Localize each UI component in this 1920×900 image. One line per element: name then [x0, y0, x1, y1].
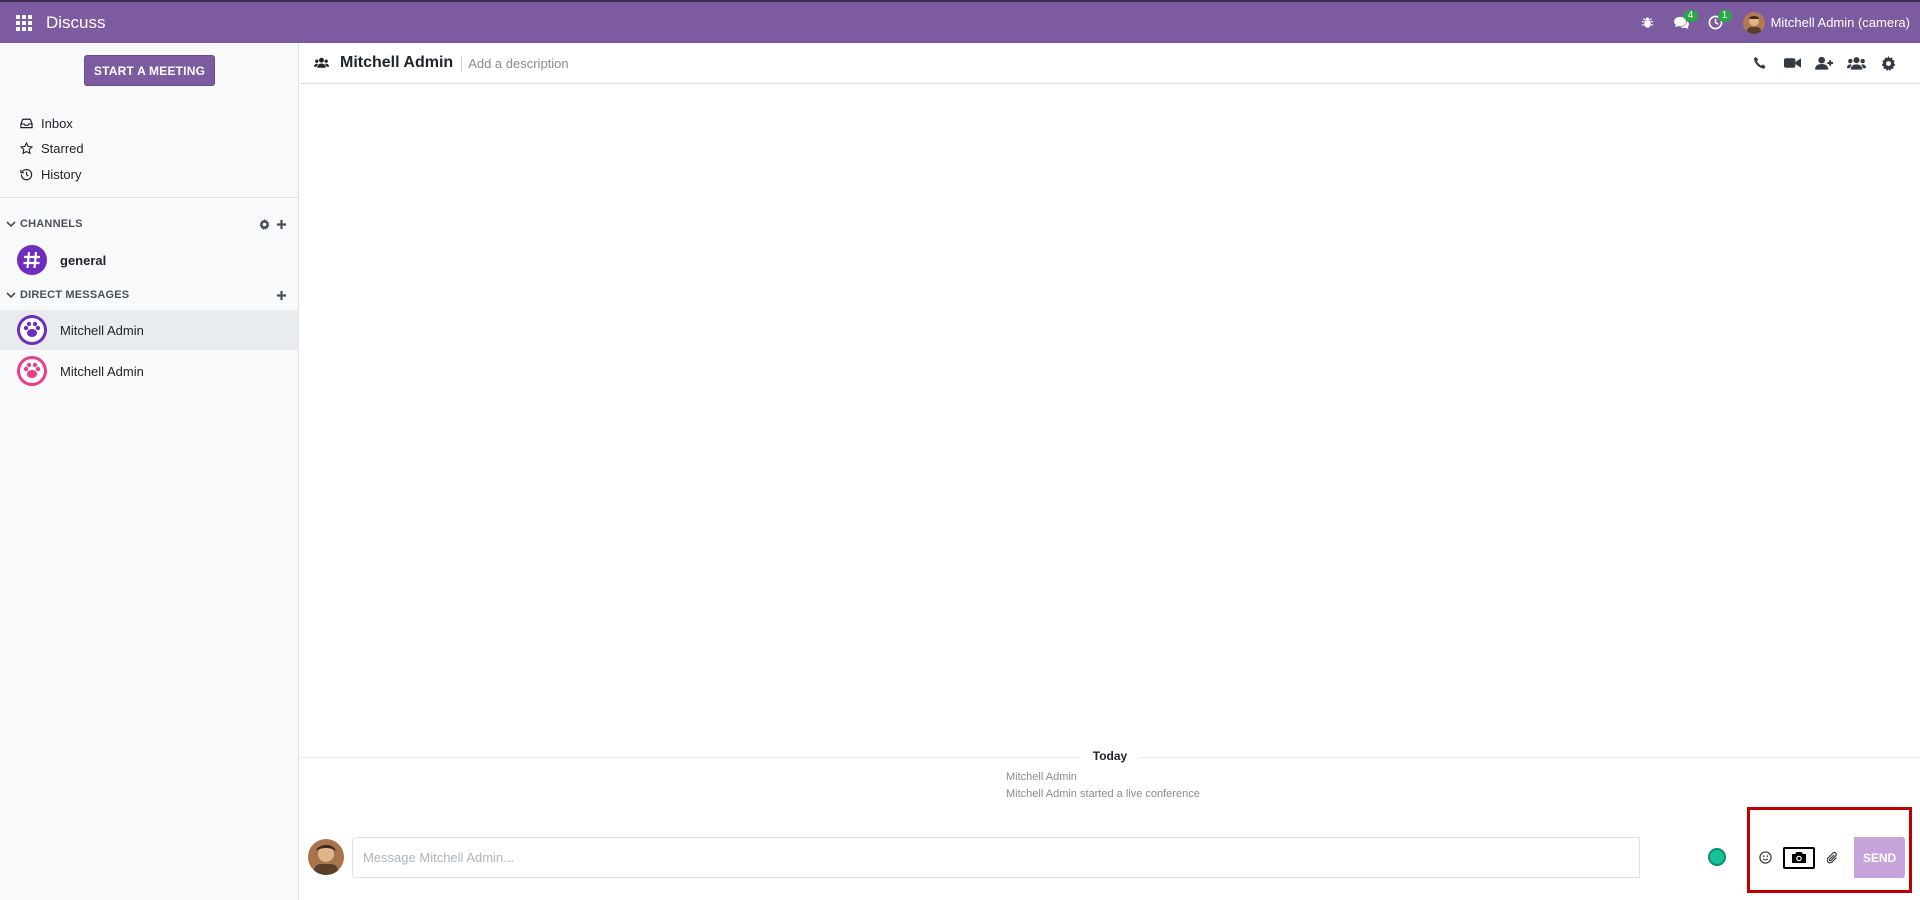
sidebar-item-dm-mitchell-admin-2[interactable]: Mitchell Admin: [0, 351, 299, 391]
thread-title: Mitchell Admin: [340, 54, 454, 71]
sidebar-item-general[interactable]: general: [0, 240, 299, 280]
member-list-button[interactable]: [1840, 47, 1872, 79]
grammarly-icon[interactable]: [1708, 848, 1726, 866]
user-avatar: [1742, 11, 1765, 34]
notification-author[interactable]: Mitchell Admin: [1006, 771, 1077, 783]
video-camera-icon: [1783, 58, 1801, 68]
sidebar-item-label: Starred: [41, 140, 84, 156]
debug-bug-icon[interactable]: [1631, 2, 1665, 43]
user-name: Mitchell Admin (camera): [1770, 15, 1910, 30]
star-icon: [20, 141, 33, 154]
start-meeting-button[interactable]: START A MEETING: [84, 55, 215, 86]
channel-name: general: [60, 252, 107, 268]
emoji-button[interactable]: [1750, 843, 1780, 873]
notification-message: Mitchell Admin started a live conference: [1006, 788, 1200, 800]
chevron-down-icon[interactable]: [6, 291, 16, 299]
camera-button[interactable]: [1783, 846, 1815, 869]
paw-avatar-icon: [17, 315, 47, 345]
users-icon: [1846, 57, 1866, 70]
navbar-systray: 4 1 Mitchell Admin (camera): [1631, 2, 1920, 43]
add-channel-icon[interactable]: [276, 219, 287, 230]
history-icon: [20, 168, 33, 180]
activities-badge: 1: [1717, 10, 1732, 22]
gear-icon: [1881, 55, 1895, 71]
date-separator-label: Today: [1080, 749, 1140, 763]
smile-icon: [1758, 851, 1772, 864]
channel-avatar-icon: [17, 245, 47, 275]
composer-toolbar: [1750, 837, 1854, 878]
dm-name: Mitchell Admin: [60, 322, 144, 338]
camera-icon: [1792, 852, 1806, 863]
sidebar-item-inbox[interactable]: Inbox: [0, 111, 299, 135]
sidebar-item-starred[interactable]: Starred: [0, 136, 299, 160]
direct-messages-category: DIRECT MESSAGES: [0, 285, 299, 305]
sidebar-item-label: Inbox: [41, 115, 73, 131]
composer-avatar: [308, 839, 344, 875]
phone-icon: [1753, 56, 1766, 69]
direct-messages-title[interactable]: DIRECT MESSAGES: [20, 289, 129, 301]
channels-title[interactable]: CHANNELS: [20, 218, 83, 230]
paperclip-icon: [1827, 851, 1837, 863]
send-button[interactable]: SEND: [1854, 837, 1905, 878]
top-navbar: Discuss 4 1 Mitchell Admin (camera): [0, 0, 1920, 43]
messages-icon[interactable]: 4: [1665, 2, 1699, 43]
channels-category: CHANNELS: [0, 214, 299, 234]
composer-box: [352, 837, 1726, 878]
activities-clock-icon[interactable]: 1: [1699, 2, 1733, 43]
thread-header: Mitchell Admin Add a description: [300, 43, 1920, 84]
app-name[interactable]: Discuss: [46, 13, 106, 33]
attachment-button[interactable]: [1818, 843, 1848, 873]
inbox-icon: [20, 118, 33, 129]
sidebar-item-label: History: [41, 166, 82, 182]
app-menu-icon[interactable]: [16, 14, 32, 31]
thread-settings-button[interactable]: [1872, 47, 1904, 79]
call-button[interactable]: [1744, 47, 1776, 79]
chevron-down-icon[interactable]: [6, 220, 16, 228]
sidebar-item-history[interactable]: History: [0, 162, 299, 186]
sidebar-item-dm-mitchell-admin-1[interactable]: Mitchell Admin: [0, 310, 299, 350]
message-input[interactable]: [363, 838, 1563, 877]
add-users-button[interactable]: [1808, 47, 1840, 79]
thread-description-input[interactable]: Add a description: [461, 55, 569, 71]
gear-icon[interactable]: [259, 218, 270, 230]
sidebar-divider: [0, 197, 299, 198]
dm-name: Mitchell Admin: [60, 363, 144, 379]
user-plus-icon: [1814, 56, 1833, 70]
discuss-sidebar: START A MEETING Inbox Starred History CH…: [0, 43, 299, 900]
add-chat-icon[interactable]: [276, 290, 287, 301]
paw-avatar-icon: [17, 356, 47, 386]
user-menu[interactable]: Mitchell Admin (camera): [1742, 11, 1910, 34]
messages-badge: 4: [1683, 10, 1698, 22]
video-call-button[interactable]: [1776, 47, 1808, 79]
users-icon: [314, 57, 329, 68]
